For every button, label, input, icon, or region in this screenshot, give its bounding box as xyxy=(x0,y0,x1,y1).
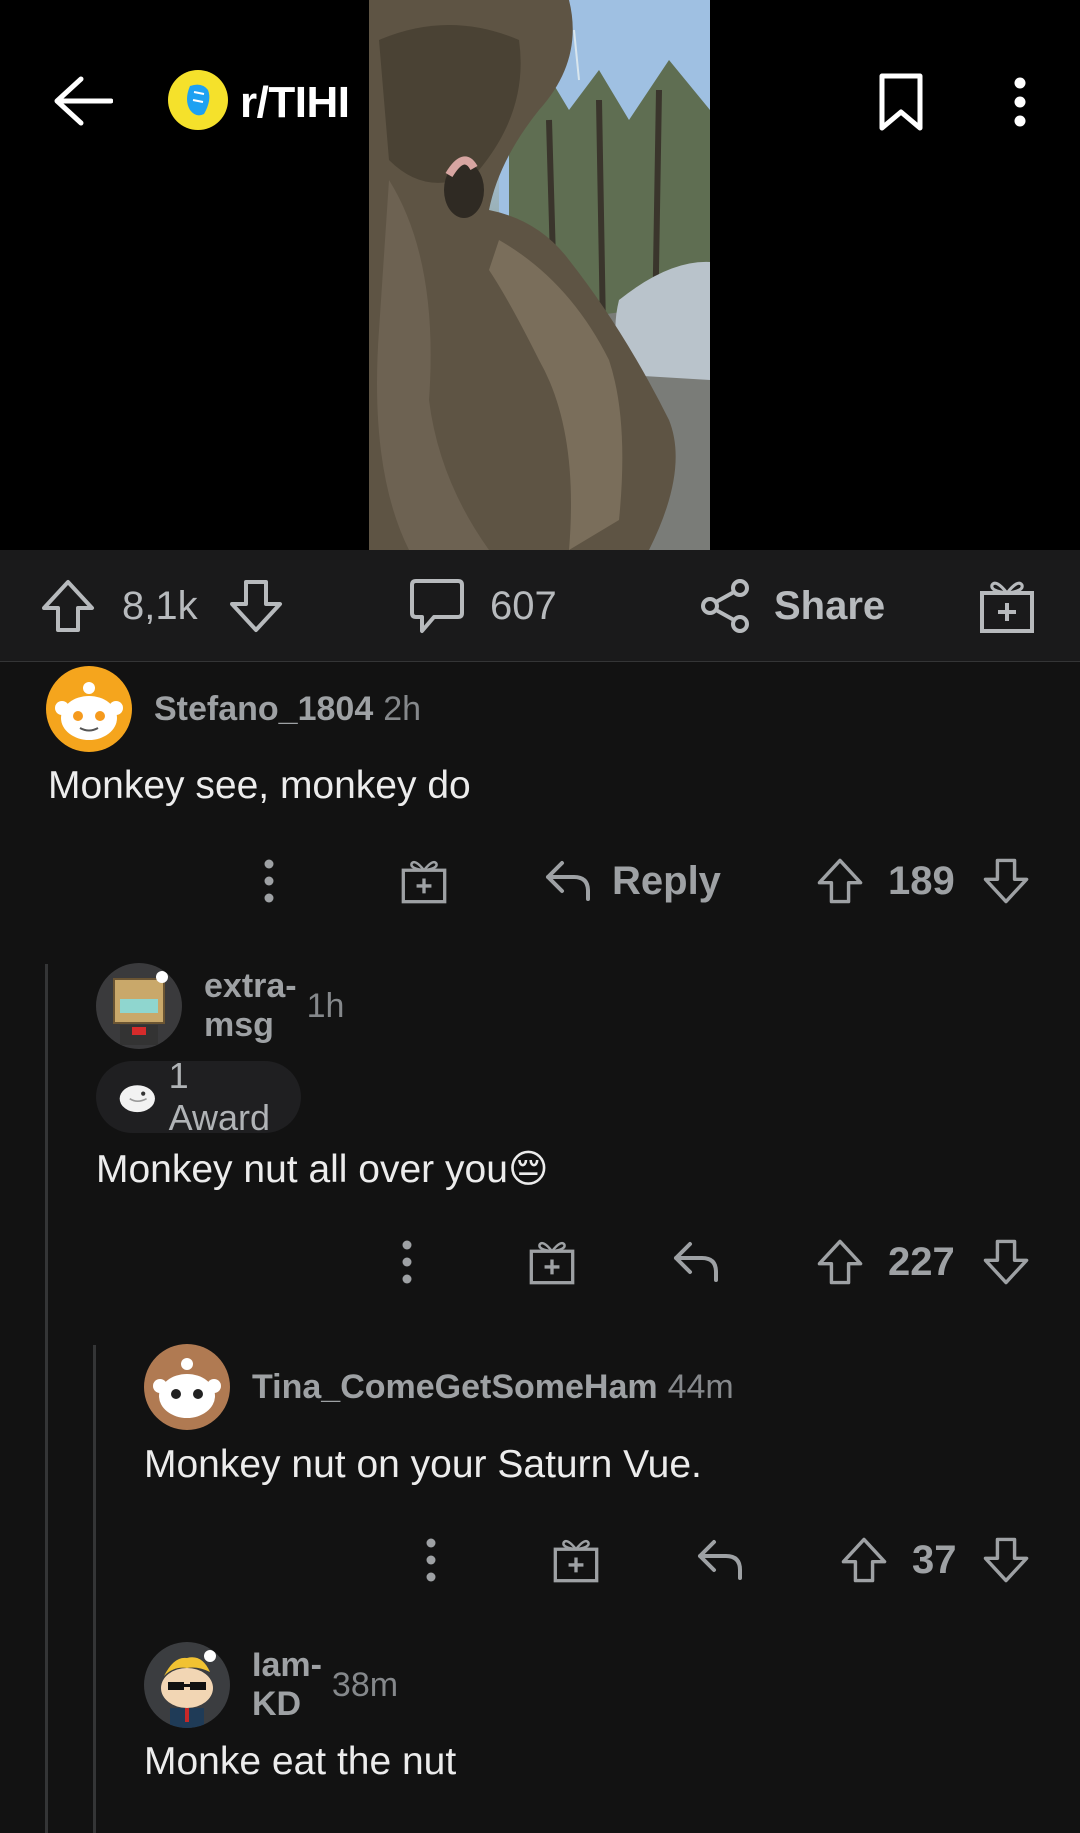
snoo-avatar-icon xyxy=(55,682,123,740)
post-downvote-button[interactable] xyxy=(228,550,284,662)
award-label: 1 Award xyxy=(168,1055,271,1138)
comment-reply-button[interactable] xyxy=(696,1520,744,1600)
post-comments-button[interactable]: 607 xyxy=(408,550,557,662)
post-share-button[interactable]: Share xyxy=(698,550,885,662)
comment-score: 189 xyxy=(888,858,955,903)
gift-icon xyxy=(529,1241,575,1285)
comment-body: Monke eat the nut xyxy=(144,1740,457,1783)
comment-actions: Reply 189 xyxy=(0,841,1080,921)
comment-header: Tina_ComeGetSomeHam 44m xyxy=(144,1344,734,1430)
snoo-avatar-icon xyxy=(153,1358,221,1418)
comment-more-button[interactable] xyxy=(262,841,276,921)
upvote-icon xyxy=(841,1537,887,1583)
reply-arrow-icon xyxy=(698,1540,742,1580)
upvote-icon xyxy=(817,858,863,904)
subreddit-icon[interactable] xyxy=(168,70,228,130)
avatar[interactable] xyxy=(46,666,132,752)
avatar[interactable] xyxy=(144,1642,230,1728)
comment-body: Monkey see, monkey do xyxy=(48,764,471,807)
comment-downvote-button[interactable] xyxy=(982,1520,1030,1600)
comment-header: Stefano_1804 2h xyxy=(46,666,421,752)
more-options-button[interactable] xyxy=(1000,66,1040,138)
reply-arrow-icon xyxy=(546,861,590,901)
comment-award-button[interactable] xyxy=(552,1520,600,1600)
share-label: Share xyxy=(774,583,886,628)
comment-username[interactable]: Stefano_1804 xyxy=(154,690,373,729)
comment-header: extra-msg 1h xyxy=(96,963,344,1049)
post-score: 8,1k xyxy=(122,583,198,628)
comment-bubble-icon xyxy=(410,579,464,633)
downvote-icon xyxy=(230,580,282,632)
comment-time: 38m xyxy=(331,1665,399,1704)
more-vertical-icon xyxy=(426,1538,436,1582)
post-comment-count: 607 xyxy=(490,583,557,628)
comment-score: 37 xyxy=(912,1537,957,1582)
post-upvote-button[interactable] xyxy=(40,550,96,662)
back-button[interactable] xyxy=(48,66,118,136)
comment-username[interactable]: Tina_ComeGetSomeHam xyxy=(252,1368,658,1407)
comment-body: Monkey nut on your Saturn Vue. xyxy=(144,1443,702,1486)
gift-icon xyxy=(553,1539,599,1583)
comment-downvote-button[interactable] xyxy=(982,1222,1030,1302)
comment-actions: 37 xyxy=(0,1520,1080,1600)
thread-line[interactable] xyxy=(45,964,48,1833)
reply-arrow-icon xyxy=(674,1242,718,1282)
comment-username[interactable]: Iam-KD xyxy=(252,1646,322,1724)
comment-upvote-button[interactable] xyxy=(816,841,864,921)
comment-reply-button[interactable]: Reply xyxy=(544,841,721,921)
snoo-sunglasses-avatar-icon xyxy=(161,1650,216,1728)
comment-downvote-button[interactable] xyxy=(982,841,1030,921)
comment-time: 1h xyxy=(306,986,345,1025)
comment-score: 227 xyxy=(888,1239,955,1284)
comment-username[interactable]: extra-msg xyxy=(204,967,297,1045)
comment-more-button[interactable] xyxy=(424,1520,438,1600)
comment-award-button[interactable] xyxy=(528,1222,576,1302)
comment-time: 44m xyxy=(667,1367,734,1406)
back-arrow-icon xyxy=(54,76,113,126)
more-vertical-icon xyxy=(402,1240,412,1284)
comment-award-button[interactable] xyxy=(400,841,448,921)
upvote-icon xyxy=(817,1239,863,1285)
comment-time: 2h xyxy=(383,689,422,728)
gift-icon xyxy=(401,860,447,904)
seal-award-icon xyxy=(119,1085,155,1113)
post-action-bar: 8,1k 607 Share xyxy=(0,550,1080,662)
comment-header: Iam-KD 38m xyxy=(144,1642,398,1728)
more-vertical-icon xyxy=(264,859,274,903)
downvote-icon xyxy=(983,858,1029,904)
bookmark-icon xyxy=(879,73,923,131)
comment-reply-button[interactable] xyxy=(672,1222,720,1302)
downvote-icon xyxy=(983,1239,1029,1285)
post-media[interactable]: r/TIHI xyxy=(0,0,1080,550)
avatar[interactable] xyxy=(96,963,182,1049)
bookmark-button[interactable] xyxy=(870,66,932,138)
downvote-icon xyxy=(983,1537,1029,1583)
comment-actions: 227 xyxy=(0,1222,1080,1302)
comment-body: Monkey nut all over you😔 xyxy=(96,1148,549,1191)
award-badge[interactable]: 1 Award xyxy=(96,1055,302,1138)
avatar[interactable] xyxy=(144,1344,230,1430)
comment-upvote-button[interactable] xyxy=(816,1222,864,1302)
reply-label: Reply xyxy=(612,858,721,903)
comment-more-button[interactable] xyxy=(400,1222,414,1302)
comment-upvote-button[interactable] xyxy=(840,1520,888,1600)
subreddit-name[interactable]: r/TIHI xyxy=(240,78,350,128)
upvote-icon xyxy=(42,580,94,632)
share-icon xyxy=(701,579,749,633)
boxhead-avatar-icon xyxy=(113,971,168,1045)
tihi-logo-icon xyxy=(187,84,210,116)
post-award-button[interactable] xyxy=(978,550,1036,662)
gift-icon xyxy=(980,581,1034,633)
post-header: r/TIHI xyxy=(0,0,1080,200)
more-vertical-icon xyxy=(1014,77,1026,127)
